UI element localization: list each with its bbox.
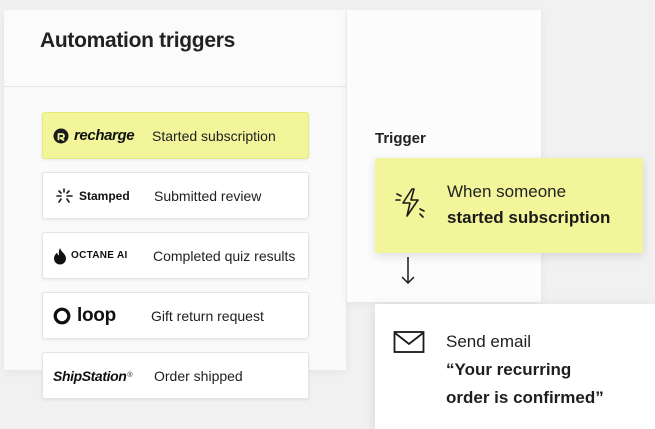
shipstation-logo: ShipStation ® <box>43 368 154 384</box>
brand-name: loop <box>77 304 116 326</box>
brand-name: ShipStation <box>53 367 127 384</box>
trigger-label: Gift return request <box>151 307 264 324</box>
panel-title: Automation triggers <box>40 29 235 52</box>
trigger-item-octane-ai[interactable]: OCTANE AI Completed quiz results <box>42 232 309 279</box>
loop-logo: loop <box>43 305 151 327</box>
trigger-item-shipstation[interactable]: ShipStation ® Order shipped <box>42 352 309 399</box>
trigger-node-line2: started subscription <box>447 208 611 227</box>
envelope-icon <box>393 331 425 353</box>
trigger-item-recharge[interactable]: recharge Started subscription <box>42 112 309 159</box>
trigger-label: Started subscription <box>152 127 276 144</box>
action-line1: “Your recurring <box>446 360 572 379</box>
stamped-logo-icon <box>56 187 73 203</box>
brand-name: Stamped <box>79 188 130 203</box>
trigger-node[interactable]: When someone started subscription <box>375 158 643 253</box>
recharge-logo: recharge <box>43 127 152 144</box>
trigger-item-stamped[interactable]: Stamped Submitted review <box>42 172 309 219</box>
section-label-trigger: Trigger <box>375 130 426 147</box>
recharge-logo-icon <box>53 128 69 143</box>
trigger-label: Submitted review <box>154 187 262 204</box>
lightning-bolt-icon <box>395 188 425 218</box>
octane-ai-logo: OCTANE AI <box>43 247 153 265</box>
brand-name: recharge <box>74 127 135 144</box>
action-node-send-email[interactable]: Send email “Your recurring order is conf… <box>375 304 655 429</box>
flow-panel <box>346 10 541 302</box>
action-title: Send email <box>446 332 532 351</box>
trademark-mark: ® <box>127 372 133 379</box>
action-line2: order is confirmed” <box>446 388 604 407</box>
arrow-down-icon <box>401 257 415 285</box>
loop-ring-icon <box>53 307 71 324</box>
trigger-label: Completed quiz results <box>153 247 296 264</box>
trigger-item-loop[interactable]: loop Gift return request <box>42 292 309 339</box>
brand-name: OCTANE AI <box>71 250 128 261</box>
trigger-label: Order shipped <box>154 367 243 384</box>
trigger-node-line1: When someone <box>447 182 567 201</box>
stamped-logo: Stamped <box>43 187 154 205</box>
flame-icon <box>54 247 66 264</box>
